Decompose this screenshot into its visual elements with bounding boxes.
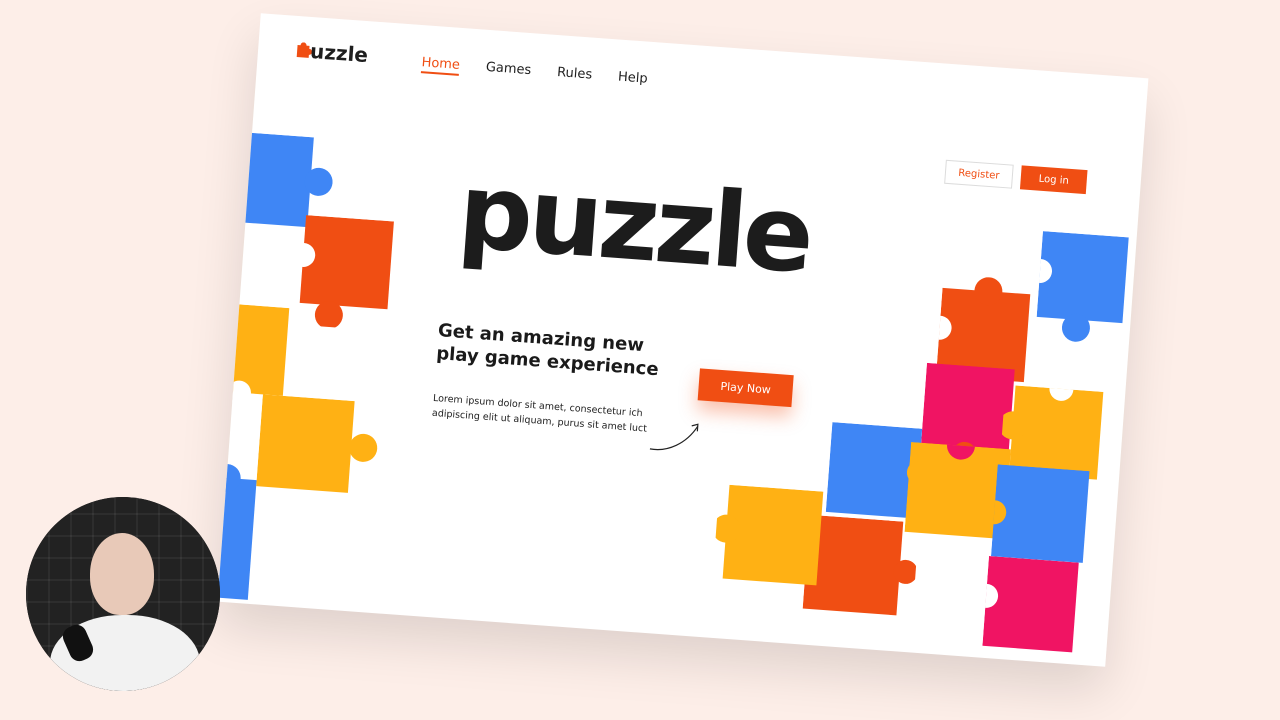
nav-item-games[interactable]: Games (485, 60, 531, 81)
puzzle-piece-yellow (712, 484, 824, 586)
hero-subhead: Get an amazing new play game experience (435, 319, 668, 383)
puzzle-piece-orange (291, 215, 394, 329)
puzzle-piece-blue (1034, 231, 1129, 342)
register-button[interactable]: Register (944, 159, 1014, 189)
landing-page-card: uzzle Home Games Rules Help Register Log… (217, 13, 1149, 667)
curved-arrow-icon (649, 423, 699, 451)
puzzle-piece-blue (990, 464, 1090, 563)
login-button[interactable]: Log in (1019, 165, 1088, 195)
play-now-button[interactable]: Play Now (697, 368, 794, 408)
puzzle-piece-blue (217, 463, 257, 600)
hero-title: puzzle (454, 149, 815, 297)
main-nav: Home Games Rules Help (420, 55, 648, 90)
nav-item-help[interactable]: Help (617, 70, 648, 90)
nav-item-home[interactable]: Home (420, 55, 461, 76)
hero-description: Lorem ipsum dolor sit amet, consectetur … (431, 391, 653, 437)
nav-item-rules[interactable]: Rules (556, 65, 593, 86)
logo[interactable]: uzzle (295, 38, 369, 67)
puzzle-piece-yellow (217, 301, 290, 405)
puzzle-piece-magenta (981, 555, 1079, 653)
presenter-head (90, 533, 154, 615)
webcam-overlay (26, 497, 220, 691)
logo-text: uzzle (309, 38, 369, 68)
